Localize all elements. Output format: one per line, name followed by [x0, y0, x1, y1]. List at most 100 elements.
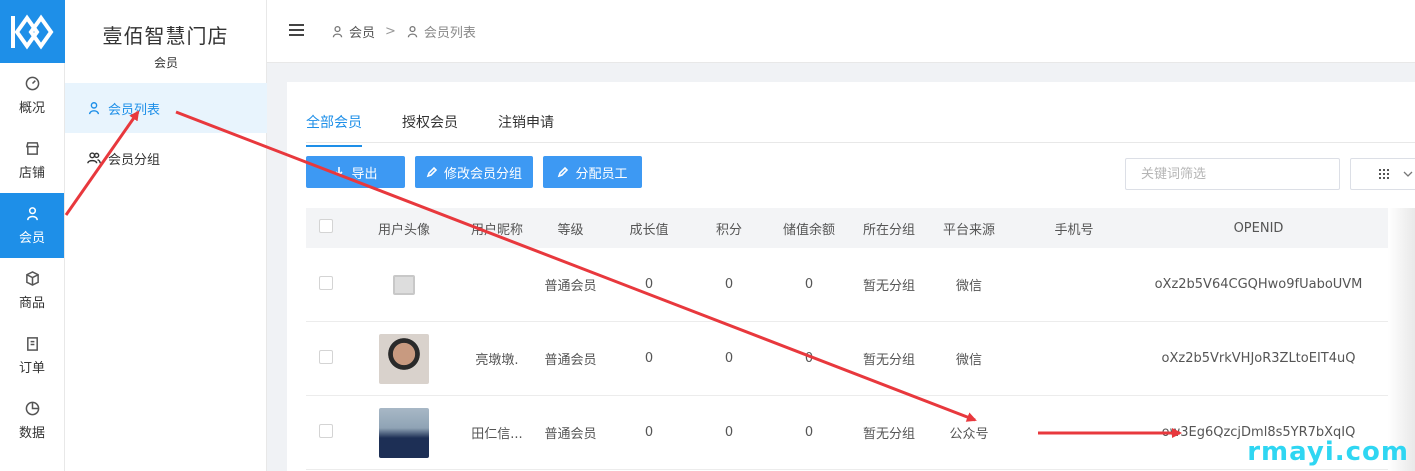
header-checkbox-cell	[306, 219, 346, 237]
avatar	[379, 333, 429, 384]
level-cell: 普通会员	[544, 279, 597, 294]
export-button[interactable]: 导出	[306, 156, 405, 188]
double-ring-logo-icon	[10, 14, 53, 49]
sidebar-item-member-list[interactable]: 会员列表	[65, 83, 267, 133]
nickname-cell: 田仁信...	[471, 427, 523, 442]
menu-toggle-icon[interactable]	[289, 24, 305, 38]
column-header: 成长值	[629, 222, 669, 238]
rail-item-data[interactable]: 数据	[0, 388, 64, 453]
user-icon	[88, 102, 100, 115]
avatar-placeholder-icon	[393, 274, 415, 295]
breadcrumb-separator: >	[385, 23, 396, 39]
level-cell: 普通会员	[544, 353, 597, 368]
sidebar-item-member-group[interactable]: 会员分组	[65, 133, 267, 183]
rail-item-label: 数据	[18, 425, 45, 441]
rail-item-label: 商品	[18, 295, 45, 311]
rail-item-label: 概况	[18, 100, 45, 116]
avatar-cell	[346, 274, 462, 295]
level-cell: 普通会员	[544, 427, 597, 442]
secondary-sidebar: 壹佰智慧门店 会员 会员列表 会员分组	[65, 0, 267, 471]
row-checkbox[interactable]	[319, 275, 333, 290]
rail-item-overview[interactable]: 概况	[0, 63, 64, 128]
table-row[interactable]: 亮墩墩. 普通会员 0 0 0 暂无分组 微信 oXz2b5VrkVHJoR3Z…	[306, 322, 1388, 396]
rail-item-member[interactable]: 会员	[0, 193, 64, 258]
grid-icon	[1379, 169, 1389, 179]
rail-item-order[interactable]: 订单	[0, 323, 64, 388]
rail-item-label: 店铺	[18, 165, 45, 181]
rail-item-shop[interactable]: 店铺	[0, 128, 64, 193]
user-icon	[407, 25, 418, 37]
column-header: 积分	[715, 222, 742, 238]
tab-divider	[306, 142, 1415, 143]
rail-item-label: 订单	[18, 360, 45, 376]
source-cell: 公众号	[949, 427, 989, 442]
balance-cell: 0	[804, 277, 814, 292]
export-button-label: 导出	[351, 166, 378, 182]
assign-staff-button[interactable]: 分配员工	[543, 156, 642, 188]
fixed-column-shadow	[1388, 208, 1415, 471]
edit-group-button-label: 修改会员分组	[443, 166, 522, 182]
table-row[interactable]: 普通会员 0 0 0 暂无分组 微信 oXz2b5V64CGQHwo9fUabo…	[306, 248, 1388, 322]
assign-staff-button-label: 分配员工	[575, 166, 628, 182]
growth-cell: 0	[644, 351, 654, 366]
source-cell: 微信	[955, 279, 982, 294]
column-header: 手机号	[1054, 222, 1094, 238]
avatar	[379, 407, 429, 458]
order-icon	[26, 336, 38, 351]
points-cell: 0	[724, 277, 734, 292]
dashboard-icon	[25, 76, 39, 90]
edit-group-button[interactable]: 修改会员分组	[415, 156, 533, 188]
breadcrumb-current: 会员列表	[406, 22, 476, 41]
pencil-icon	[558, 166, 569, 178]
column-header: 所在分组	[862, 222, 915, 238]
points-cell: 0	[724, 425, 734, 440]
rail-item-goods[interactable]: 商品	[0, 258, 64, 323]
icon-rail: 概况 店铺 会员 商品 订单 数据	[0, 0, 65, 471]
column-header: 储值余额	[782, 222, 835, 238]
row-checkbox[interactable]	[319, 349, 333, 364]
brand-logo[interactable]	[0, 0, 65, 63]
table-header: 用户头像 用户昵称 等级 成长值 积分 储值余额 所在分组 平台来源 手机号 O…	[306, 208, 1388, 248]
growth-cell: 0	[644, 425, 654, 440]
group-cell: 暂无分组	[862, 427, 915, 442]
breadcrumb-item[interactable]: 会员	[349, 22, 375, 41]
group-cell: 暂无分组	[862, 279, 915, 294]
rail-item-label: 会员	[18, 230, 45, 246]
breadcrumb: 会员 >	[331, 22, 406, 41]
column-header: OPENID	[1233, 220, 1284, 236]
nickname-cell: 亮墩墩.	[475, 353, 519, 368]
row-checkbox[interactable]	[319, 423, 333, 438]
watermark: rmayi.com	[1247, 437, 1409, 467]
avatar-cell	[346, 407, 462, 458]
member-table: 用户头像 用户昵称 等级 成长值 积分 储值余额 所在分组 平台来源 手机号 O…	[306, 208, 1388, 470]
user-icon	[332, 25, 343, 37]
source-cell: 微信	[955, 353, 982, 368]
keyword-search-input[interactable]	[1125, 158, 1340, 190]
user-icon	[26, 206, 38, 220]
column-header: 平台来源	[942, 222, 995, 238]
openid-cell: oXz2b5V64CGQHwo9fUaboUVM	[1154, 277, 1363, 292]
box-icon	[25, 270, 39, 286]
pencil-icon	[426, 166, 438, 178]
app-root: 概况 店铺 会员 商品 订单 数据 壹佰智慧门店 会员 会员列表 会员分组 会员…	[0, 0, 1415, 471]
breadcrumb-item: 会员列表	[423, 25, 476, 41]
balance-cell: 0	[804, 351, 814, 366]
row-checkbox-cell	[306, 349, 346, 368]
column-header: 用户昵称	[470, 222, 523, 238]
chevron-down-icon	[1403, 171, 1413, 177]
avatar-cell	[346, 333, 462, 384]
points-cell: 0	[724, 351, 734, 366]
sidebar-caption: 会员	[153, 56, 178, 70]
row-checkbox-cell	[306, 275, 346, 294]
row-checkbox-cell	[306, 423, 346, 442]
pie-chart-icon	[25, 401, 39, 415]
view-toggle-dropdown[interactable]	[1350, 158, 1415, 190]
top-header: 会员 > 会员列表	[267, 0, 1415, 63]
balance-cell: 0	[804, 425, 814, 440]
table-row[interactable]: 田仁信... 普通会员 0 0 0 暂无分组 公众号 ow3Eg6QzcjDml…	[306, 396, 1388, 470]
sidebar-item-label: 会员列表	[108, 102, 161, 118]
openid-cell: oXz2b5VrkVHJoR3ZLtoEIT4uQ	[1161, 351, 1356, 366]
select-all-checkbox[interactable]	[319, 219, 333, 233]
download-icon	[335, 167, 344, 177]
users-icon	[87, 152, 101, 164]
